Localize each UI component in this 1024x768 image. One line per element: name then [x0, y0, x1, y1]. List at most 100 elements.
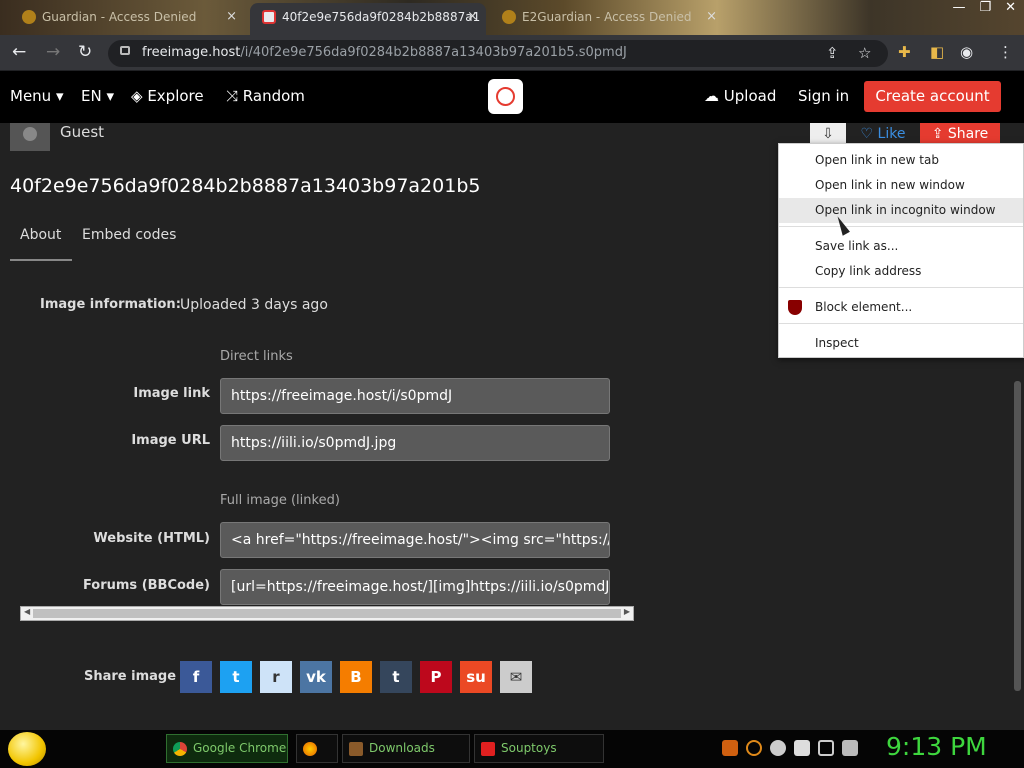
taskbar-chrome[interactable]: Google Chrome — [166, 734, 288, 763]
full-image-header: Full image (linked) — [220, 493, 340, 508]
cloud-upload-icon: ☁ — [704, 87, 719, 105]
menu-item-copy-link[interactable]: Copy link address — [779, 259, 1023, 284]
minimize-icon[interactable]: — — [952, 0, 965, 20]
taskbar-souptoys[interactable]: Souptoys — [474, 734, 604, 763]
guardian-favicon-icon — [502, 10, 516, 24]
scrollbar-thumb[interactable] — [33, 609, 621, 618]
tray-app-icon[interactable] — [722, 740, 738, 756]
tray-flag-icon[interactable] — [794, 740, 810, 756]
username[interactable]: Guest — [60, 123, 104, 141]
layers-icon: ◈ — [131, 87, 143, 105]
clock[interactable]: 9:13 PM — [886, 732, 987, 761]
share-email-button[interactable]: ✉ — [500, 661, 532, 693]
share-tumblr-button[interactable]: t — [380, 661, 412, 693]
browser-tab-3[interactable]: E2Guardian - Access Denied × — [490, 3, 725, 35]
share-page-icon[interactable]: ⇪ — [826, 44, 839, 62]
bookmark-star-icon[interactable]: ☆ — [858, 44, 871, 62]
share-blogger-button[interactable]: B — [340, 661, 372, 693]
chrome-icon — [173, 742, 187, 756]
language-dropdown[interactable]: EN ▾ — [81, 87, 114, 105]
direct-links-header: Direct links — [220, 349, 293, 364]
start-smiley-icon[interactable] — [8, 732, 46, 766]
image-url-label: Image URL — [131, 433, 210, 448]
horizontal-scrollbar[interactable]: ◀ ▶ — [20, 606, 634, 621]
freeimage-logo[interactable] — [488, 79, 523, 114]
menu-item-open-incognito[interactable]: Open link in incognito window — [779, 198, 1023, 223]
forward-icon[interactable]: → — [46, 42, 60, 62]
back-icon[interactable]: ← — [12, 42, 26, 62]
share-facebook-button[interactable]: f — [180, 661, 212, 693]
close-tab-icon[interactable]: × — [226, 3, 237, 31]
share-reddit-button[interactable]: r — [260, 661, 292, 693]
menu-divider — [779, 226, 1023, 227]
tab-strip: Guardian - Access Denied × 40f2e9e756da9… — [0, 0, 1024, 35]
maximize-icon[interactable]: ❐ — [979, 0, 991, 20]
forums-bbcode-label: Forums (BBCode) — [82, 578, 210, 593]
tray-network-icon[interactable] — [818, 740, 834, 756]
share-stumbleupon-button[interactable]: su — [460, 661, 492, 693]
ublock-icon — [788, 300, 802, 315]
url-field[interactable]: freeimage.host/i/40f2e9e756da9f0284b2b88… — [108, 40, 888, 67]
menu-item-inspect[interactable]: Inspect — [779, 331, 1023, 356]
reload-icon[interactable]: ↻ — [78, 42, 92, 62]
share-pinterest-button[interactable]: P — [420, 661, 452, 693]
close-tab-icon[interactable]: × — [467, 3, 478, 31]
image-info-value: Uploaded 3 days ago — [180, 297, 328, 313]
taskbar-downloads[interactable]: Downloads — [342, 734, 470, 763]
tab-embed-codes[interactable]: Embed codes — [82, 227, 176, 243]
tab-about[interactable]: About — [20, 227, 61, 243]
share-image-label: Share image — [84, 669, 177, 684]
share-vk-button[interactable]: vk — [300, 661, 332, 693]
image-link-field[interactable]: https://freeimage.host/i/s0pmdJ — [220, 378, 610, 414]
explore-link[interactable]: ◈ Explore — [131, 87, 204, 105]
scroll-left-icon[interactable]: ◀ — [24, 607, 30, 616]
sign-in-link[interactable]: Sign in — [798, 87, 849, 105]
tab-title: 40f2e9e756da9f0284b2b8887a1 — [282, 10, 481, 24]
context-menu: Open link in new tab Open link in new wi… — [778, 143, 1024, 358]
user-avatar[interactable] — [10, 123, 50, 151]
profile-avatar-icon[interactable]: ◉ — [960, 43, 973, 61]
upload-link[interactable]: ☁ Upload — [704, 87, 776, 105]
menu-item-open-new-window[interactable]: Open link in new window — [779, 173, 1023, 198]
extensions-puzzle-icon[interactable]: ✚ — [898, 43, 911, 61]
taskbar: Google Chrome Downloads Souptoys 9:13 PM — [0, 730, 1024, 768]
tray-volume-icon[interactable] — [842, 740, 858, 756]
freeimage-favicon-icon — [262, 10, 276, 24]
image-info-label: Image information: — [40, 297, 181, 312]
tray-search-icon[interactable] — [746, 740, 762, 756]
sidebar-panel-icon[interactable]: ◧ — [930, 43, 944, 61]
souptoys-icon — [481, 742, 495, 756]
active-tab-indicator — [10, 259, 72, 261]
scroll-right-icon[interactable]: ▶ — [624, 607, 630, 616]
browser-tab-2[interactable]: 40f2e9e756da9f0284b2b8887a1 × — [250, 3, 486, 35]
menu-dropdown[interactable]: Menu ▾ — [10, 87, 64, 105]
close-tab-icon[interactable]: × — [706, 3, 717, 31]
random-link[interactable]: ⤨ Random — [226, 87, 305, 105]
window-controls: — ❐ ✕ — [952, 0, 1016, 20]
browser-tab-1[interactable]: Guardian - Access Denied × — [10, 3, 245, 35]
shuffle-icon: ⤨ — [226, 87, 239, 105]
taskbar-firefox[interactable] — [296, 734, 338, 763]
menu-item-open-new-tab[interactable]: Open link in new tab — [779, 148, 1023, 173]
menu-item-block-element[interactable]: Block element... — [779, 295, 1023, 320]
tab-title: Guardian - Access Denied — [42, 10, 197, 24]
menu-item-save-link[interactable]: Save link as... — [779, 234, 1023, 259]
website-html-field[interactable]: <a href="https://freeimage.host/"><img s… — [220, 522, 610, 558]
vertical-scrollbar[interactable] — [1014, 381, 1021, 691]
kebab-menu-icon[interactable]: ⋮ — [998, 43, 1013, 61]
tab-title: E2Guardian - Access Denied — [522, 10, 692, 24]
share-twitter-button[interactable]: t — [220, 661, 252, 693]
tray-chat-icon[interactable] — [770, 740, 786, 756]
image-url-field[interactable]: https://iili.io/s0pmdJ.jpg — [220, 425, 610, 461]
close-window-icon[interactable]: ✕ — [1005, 0, 1016, 20]
downloads-folder-icon — [349, 742, 363, 756]
menu-item-label: Block element... — [815, 300, 913, 314]
guardian-favicon-icon — [22, 10, 36, 24]
image-title: 40f2e9e756da9f0284b2b8887a13403b97a201b5 — [10, 175, 481, 197]
forums-bbcode-field[interactable]: [url=https://freeimage.host/][img]https:… — [220, 569, 610, 605]
site-header: Menu ▾ EN ▾ ◈ Explore ⤨ Random ☁ Upload … — [0, 71, 1024, 123]
create-account-button[interactable]: Create account — [864, 81, 1001, 112]
address-bar: ← → ↻ freeimage.host/i/40f2e9e756da9f028… — [0, 35, 1024, 71]
url-text: freeimage.host/i/40f2e9e756da9f0284b2b88… — [142, 45, 627, 60]
menu-divider — [779, 323, 1023, 324]
